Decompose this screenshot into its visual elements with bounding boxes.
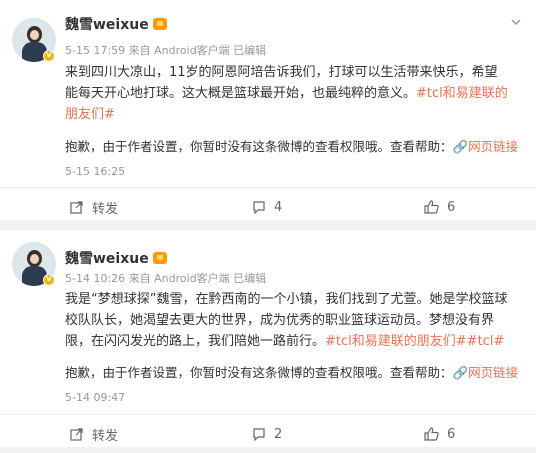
notice-time: 5-14 09:47 bbox=[65, 391, 126, 404]
repost-icon bbox=[70, 428, 83, 441]
like-count: 6 bbox=[447, 199, 456, 215]
weibo-post: V 魏雪weixue 5-14 10:26 来自 Android客户端 已编辑 … bbox=[0, 230, 536, 447]
web-link[interactable]: 🔗网页链接 bbox=[453, 365, 519, 380]
post-text: 我是“梦想球探”魏雪，在黔西南的一个小镇，我们找到了尤萱。她是学校篮球校队队长，… bbox=[65, 292, 508, 349]
post-meta: 5-14 10:26 来自 Android客户端 已编辑 bbox=[65, 272, 267, 285]
vip-crown-icon bbox=[152, 252, 167, 264]
chevron-down-icon[interactable] bbox=[510, 16, 522, 28]
verified-badge-icon: V bbox=[43, 50, 55, 62]
post-meta: 5-15 17:59 来自 Android客户端 已编辑 bbox=[65, 44, 267, 57]
like-count: 6 bbox=[447, 426, 456, 442]
repost-button[interactable]: 转发 bbox=[70, 188, 118, 226]
comment-count: 4 bbox=[274, 199, 283, 215]
like-icon bbox=[424, 200, 439, 214]
action-bar: 转发 4 6 bbox=[0, 187, 536, 225]
comment-icon bbox=[253, 201, 265, 214]
repost-button[interactable]: 转发 bbox=[70, 415, 118, 453]
like-icon bbox=[424, 427, 439, 441]
repost-label: 转发 bbox=[92, 201, 119, 217]
vip-crown-icon bbox=[152, 18, 167, 30]
permission-notice: 抱歉，由于作者设置，你暂时没有这条微博的查看权限哦。查看帮助：🔗网页链接 bbox=[65, 139, 519, 154]
comment-button[interactable]: 4 bbox=[252, 188, 282, 226]
repost-icon bbox=[70, 201, 83, 214]
comment-button[interactable]: 2 bbox=[252, 415, 282, 453]
comment-icon bbox=[253, 428, 265, 441]
action-bar: 转发 2 6 bbox=[0, 414, 536, 452]
like-button[interactable]: 6 bbox=[424, 415, 455, 453]
repost-label: 转发 bbox=[92, 428, 119, 444]
author-name[interactable]: 魏雪weixue bbox=[65, 14, 167, 34]
topic-tag[interactable]: #tcl# bbox=[467, 334, 505, 349]
verified-badge-icon: V bbox=[43, 274, 55, 286]
notice-time: 5-15 16:25 bbox=[65, 165, 126, 178]
weibo-post: V 魏雪weixue 5-15 17:59 来自 Android客户端 已编辑 … bbox=[0, 0, 536, 220]
web-link[interactable]: 🔗网页链接 bbox=[453, 139, 519, 154]
like-button[interactable]: 6 bbox=[424, 188, 455, 226]
post-text: 来到四川大凉山，11岁的阿恩阿培告诉我们，打球可以生活带来快乐，希望能每天开心地… bbox=[65, 65, 508, 122]
permission-notice: 抱歉，由于作者设置，你暂时没有这条微博的查看权限哦。查看帮助：🔗网页链接 bbox=[65, 365, 519, 380]
comment-count: 2 bbox=[274, 426, 283, 442]
topic-tag[interactable]: #tcl和易建联的朋友们# bbox=[325, 334, 467, 349]
author-name[interactable]: 魏雪weixue bbox=[65, 248, 167, 268]
